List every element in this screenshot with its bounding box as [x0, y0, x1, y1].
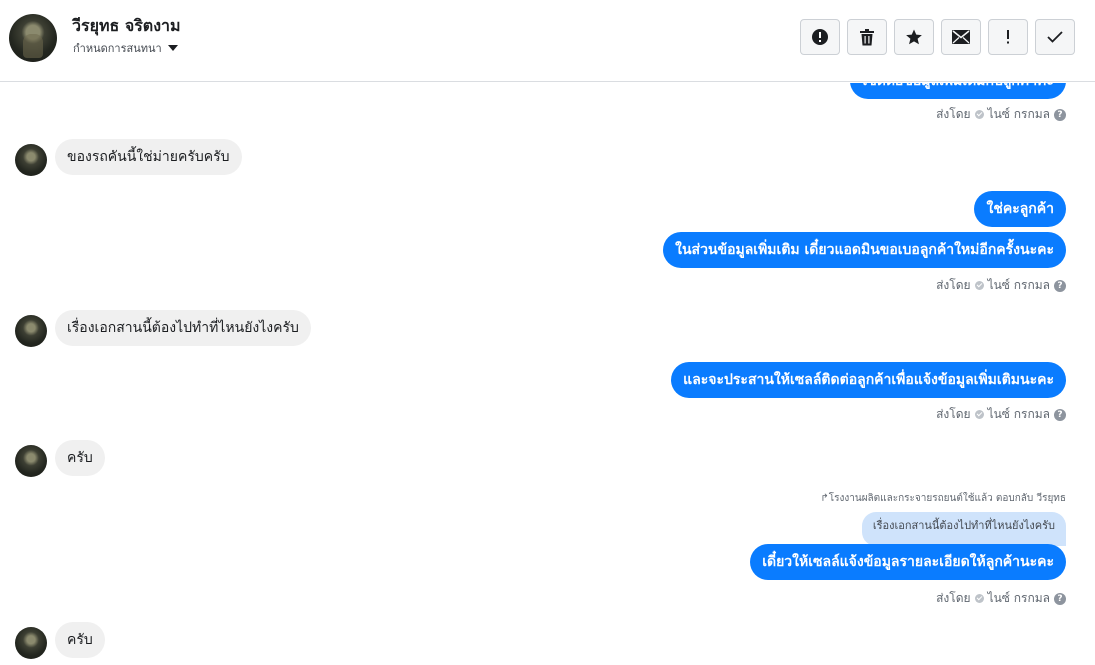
sent-by-label: ส่งโดย [936, 591, 971, 605]
incoming-message[interactable]: ของรถคันนี้ใช่ม่ายครับครับ [55, 139, 242, 175]
check-circle-icon [974, 594, 984, 603]
sent-by-name: ไนซ์ กรกมล [987, 107, 1050, 121]
reply-context: ↱โรงงานผลิตและกระจายรถยนต์ใช้แล้ว ตอบกลั… [820, 491, 1066, 506]
outgoing-message[interactable]: เดี๋ยวให้เซลล์แจ้งข้อมูลรายละเอียดให้ลูก… [750, 544, 1066, 580]
question-circle-icon[interactable]: ? [1054, 108, 1066, 121]
check-circle-icon [974, 281, 984, 290]
report-button[interactable] [800, 19, 840, 55]
exclamation-icon [1007, 30, 1009, 44]
alert-circle-icon [812, 29, 828, 45]
header-actions [800, 19, 1075, 55]
sent-by-label: ส่งโดย [936, 278, 971, 292]
incoming-message[interactable]: ครับ [55, 440, 105, 476]
question-circle-icon[interactable]: ? [1054, 279, 1066, 292]
delete-button[interactable] [847, 19, 887, 55]
sent-by-name: ไนซ์ กรกมล [987, 407, 1050, 421]
trash-icon [860, 28, 874, 45]
outgoing-message[interactable]: เซ็ดต่อข้อมูลเพิ่มเติมกับลูกค้าค่ะ [850, 83, 1066, 99]
question-circle-icon[interactable]: ? [1054, 592, 1066, 605]
sent-by-info: ส่งโดย ไนซ์ กรกมล ? [936, 105, 1066, 124]
reply-context-text: โรงงานผลิตและกระจายรถยนต์ใช้แล้ว ตอบกลับ… [828, 493, 1066, 504]
sender-avatar[interactable] [15, 315, 47, 347]
star-button[interactable] [894, 19, 934, 55]
conversation-settings-label: กำหนดการสนทนา [73, 42, 162, 55]
question-circle-icon[interactable]: ? [1054, 408, 1066, 421]
conversation-header: วีรยุทธ จริตงาม กำหนดการสนทนา [0, 0, 1095, 82]
outgoing-message[interactable]: ในส่วนข้อมูลเพิ่มเติม เดี๋ยวแอดมินขอเบอล… [663, 232, 1066, 268]
sent-by-name: ไนซ์ กรกมล [987, 591, 1050, 605]
sender-avatar[interactable] [15, 627, 47, 659]
incoming-message[interactable]: ครับ [55, 622, 105, 658]
done-button[interactable] [1035, 19, 1075, 55]
reply-arrow-icon: ↱ [820, 493, 829, 504]
contact-avatar[interactable] [9, 14, 57, 62]
caret-down-icon [167, 45, 178, 51]
contact-name[interactable]: วีรยุทธ จริตงาม [72, 14, 181, 39]
sent-by-info: ส่งโดย ไนซ์ กรกมล ? [936, 589, 1066, 608]
incoming-message[interactable]: เรื่องเอกสานนี้ต้องไปทำที่ไหนยังไงครับ [55, 310, 311, 346]
envelope-icon [952, 30, 970, 44]
priority-button[interactable] [988, 19, 1028, 55]
sender-avatar[interactable] [15, 144, 47, 176]
outgoing-message[interactable]: ใช่คะลูกค้า [974, 191, 1066, 227]
sent-by-label: ส่งโดย [936, 407, 971, 421]
message-thread[interactable]: เซ็ดต่อข้อมูลเพิ่มเติมกับลูกค้าค่ะ ส่งโด… [0, 83, 1095, 665]
check-circle-icon [974, 110, 984, 119]
quoted-message[interactable]: เรื่องเอกสานนี้ต้องไปทำที่ไหนยังไงครับ [861, 512, 1066, 546]
checkmark-icon [1047, 31, 1063, 43]
outgoing-message[interactable]: และจะประสานให้เซลล์ติดต่อลูกค้าเพื่อแจ้ง… [671, 362, 1066, 398]
sent-by-label: ส่งโดย [936, 107, 971, 121]
sent-by-name: ไนซ์ กรกมล [987, 278, 1050, 292]
check-circle-icon [974, 410, 984, 419]
sender-avatar[interactable] [15, 445, 47, 477]
star-icon [906, 29, 922, 45]
sent-by-info: ส่งโดย ไนซ์ กรกมล ? [936, 276, 1066, 295]
conversation-settings-dropdown[interactable]: กำหนดการสนทนา [73, 39, 178, 57]
mark-unread-button[interactable] [941, 19, 981, 55]
sent-by-info: ส่งโดย ไนซ์ กรกมล ? [936, 405, 1066, 424]
